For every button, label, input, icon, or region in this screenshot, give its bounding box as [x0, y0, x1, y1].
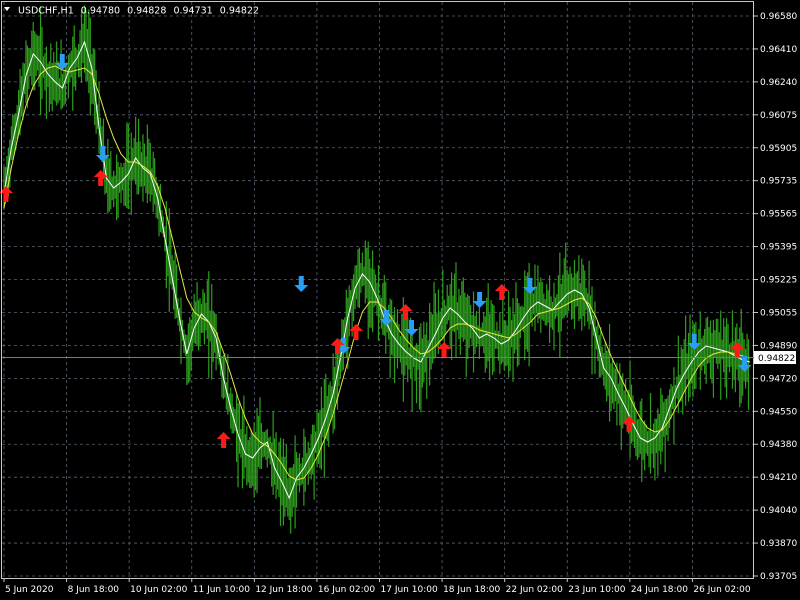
price-tick-label: 0.96410: [760, 45, 797, 55]
close-value: 0.94822: [220, 6, 259, 17]
price-tick-label: 0.95395: [760, 243, 797, 253]
current-price-label: 0.94822: [758, 354, 795, 364]
price-tick-label: 0.94040: [760, 506, 797, 516]
time-tick-label: 23 Jun 10:00: [568, 585, 625, 595]
symbol-label: USDCHF,H1: [18, 6, 74, 17]
time-tick-label: 8 Jun 18:00: [68, 585, 120, 595]
high-value: 0.94828: [127, 6, 166, 17]
price-tick-label: 0.94720: [760, 374, 797, 384]
time-tick-label: 17 Jun 10:00: [381, 585, 438, 595]
chart-header: USDCHF,H1 0.94780 0.94828 0.94731 0.9482…: [4, 6, 259, 17]
price-tick-label: 0.94550: [760, 407, 797, 417]
open-value: 0.94780: [81, 6, 120, 17]
price-tick-label: 0.96075: [760, 111, 797, 121]
time-tick-label: 16 Jun 02:00: [318, 585, 375, 595]
price-tick-label: 0.93870: [760, 539, 797, 549]
time-tick-label: 12 Jun 18:00: [255, 585, 312, 595]
price-tick-label: 0.95565: [760, 210, 797, 220]
low-value: 0.94731: [173, 6, 212, 17]
price-tick-label: 0.95905: [760, 144, 797, 154]
price-tick-label: 0.95225: [760, 276, 797, 286]
time-tick-label: 5 Jun 2020: [5, 585, 54, 595]
time-tick-label: 10 Jun 02:00: [130, 585, 187, 595]
time-tick-label: 18 Jun 18:00: [443, 585, 500, 595]
price-tick-label: 0.94380: [760, 440, 797, 450]
price-tick-label: 0.96240: [760, 78, 797, 88]
price-tick-label: 0.95055: [760, 308, 797, 318]
price-tick-label: 0.94210: [760, 473, 797, 483]
price-tick-label: 0.96580: [760, 12, 797, 22]
time-tick-label: 26 Jun 02:00: [693, 585, 750, 595]
time-tick-label: 22 Jun 02:00: [506, 585, 563, 595]
price-tick-label: 0.93705: [760, 572, 797, 582]
price-tick-label: 0.94890: [760, 341, 797, 351]
time-tick-label: 24 Jun 18:00: [631, 585, 688, 595]
time-tick-label: 11 Jun 10:00: [193, 585, 250, 595]
price-tick-label: 0.95735: [760, 177, 797, 187]
svg-text:USDCHF,H1 0.94780: USDCHF,H1 0.94780 0.94828 0.94731 0.9482…: [18, 6, 259, 17]
price-chart[interactable]: USDCHF,H1 0.94780 0.94828 0.94731 0.9482…: [0, 0, 800, 600]
